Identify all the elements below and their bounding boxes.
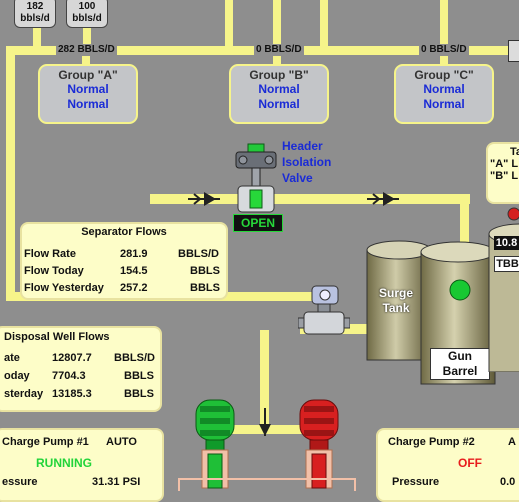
- group-a-box[interactable]: Group "A" Normal Normal: [38, 64, 138, 124]
- group-b-box[interactable]: Group "B" Normal Normal: [229, 64, 329, 124]
- group-a-status-1: Normal: [67, 82, 109, 96]
- header-flow-b: 0 BBLS/D: [254, 44, 304, 56]
- tank-alarm-line-1: "A" L: [490, 158, 519, 170]
- header-end-cap: [508, 40, 519, 62]
- pump2-status: OFF: [458, 456, 482, 470]
- surge-tank-label-line-1: Surge: [378, 286, 413, 300]
- pump2-pressure-label: Pressure: [392, 476, 440, 488]
- disposal-today-value: 7704.3: [52, 370, 86, 382]
- group-b-up-pipe: [320, 0, 328, 50]
- tank-alarm-line-2: "B" L: [490, 170, 519, 182]
- disposal-flows-title: Disposal Well Flows: [4, 331, 110, 343]
- pump-base-frame: [178, 478, 356, 491]
- flow-meter-icon[interactable]: [298, 278, 350, 340]
- sep-flow-yesterday-label: Flow Yesterday: [24, 282, 104, 294]
- charge-pump-1-icon[interactable]: [192, 398, 238, 489]
- pump1-title: Charge Pump #1: [2, 436, 89, 448]
- pump1-pressure-label: essure: [2, 476, 38, 488]
- disposal-yesterday-unit: BBLS: [124, 388, 154, 400]
- pump1-status: RUNNING: [36, 456, 92, 470]
- sep-flow-today-value: 154.5: [120, 265, 148, 277]
- surge-tank-label-line-2: Tank: [382, 301, 410, 315]
- sep-flow-rate-value: 281.9: [120, 248, 148, 260]
- group-c-status-2: Normal: [423, 97, 465, 111]
- group-b-title: Group "B": [249, 68, 309, 82]
- disposal-today-unit: BBLS: [124, 370, 154, 382]
- tank-alarm-panel: Ta "A" L "B" L: [486, 142, 519, 204]
- pump2-pressure-value: 0.0: [500, 476, 516, 488]
- sep-flow-yesterday-unit: BBLS: [190, 282, 220, 294]
- group-b-drop-pipe: [273, 0, 281, 66]
- charge-pump-2-icon[interactable]: [296, 398, 342, 489]
- header-flow-a: 282 BBLS/D: [56, 44, 117, 56]
- group-b-status-2: Normal: [258, 97, 300, 111]
- group-c-box[interactable]: Group "C" Normal Normal: [394, 64, 494, 124]
- flow-arrow-down-icon: [259, 408, 271, 436]
- alarm-light-icon: [507, 207, 519, 221]
- pump1-pressure-value: 31.31 PSI: [92, 476, 141, 488]
- flow-arrow-icon: [188, 192, 220, 206]
- pump1-mode: AUTO: [106, 436, 137, 448]
- group-a-up-pipe: [225, 0, 233, 50]
- valve-label-line-2: Isolation: [282, 155, 332, 169]
- disposal-today-label: oday: [4, 370, 30, 382]
- disposal-yesterday-label: sterday: [4, 388, 44, 400]
- group-a-status-2: Normal: [67, 97, 109, 111]
- well-rate-unit-1: bbls/d: [20, 13, 50, 24]
- surge-tank-label: Surge Tank: [374, 286, 418, 316]
- disposal-yesterday-value: 13185.3: [52, 388, 92, 400]
- group-c-drop-pipe: [440, 0, 448, 66]
- rate-feed-pipe-1: [33, 25, 41, 50]
- sep-flow-rate-label: Flow Rate: [24, 248, 76, 260]
- sep-flow-yesterday-value: 257.2: [120, 282, 148, 294]
- group-a-title: Group "A": [58, 68, 118, 82]
- flow-arrow-icon: [367, 192, 399, 206]
- left-riser-pipe: [6, 46, 15, 301]
- well-rate-value-2: 100: [78, 1, 96, 12]
- valve-label: Header Isolation Valve: [282, 138, 331, 186]
- tank-alarm-title: Ta: [510, 146, 519, 158]
- pump2-mode: A: [508, 436, 516, 448]
- header-flow-c: 0 BBLS/D: [419, 44, 469, 56]
- gun-barrel-label-line-2: Barrel: [442, 364, 478, 378]
- sep-flow-rate-unit: BBLS/D: [178, 248, 219, 260]
- well-rate-unit-2: bbls/d: [72, 13, 102, 24]
- charge-pump-1-panel: Charge Pump #1 AUTO RUNNING essure 31.31…: [0, 428, 164, 502]
- valve-state-badge: OPEN: [233, 214, 283, 232]
- disposal-rate-value: 12807.7: [52, 352, 92, 364]
- sep-flow-today-unit: BBLS: [190, 265, 220, 277]
- group-c-title: Group "C": [414, 68, 474, 82]
- tank-level-value: 10.8: [494, 236, 519, 250]
- separator-flows-title: Separator Flows: [81, 226, 167, 238]
- group-c-status-1: Normal: [423, 82, 465, 96]
- valve-label-line-1: Header: [282, 139, 323, 153]
- separator-flows-panel: Separator Flows Flow Rate 281.9 BBLS/D F…: [20, 222, 228, 300]
- sep-flow-today-label: Flow Today: [24, 265, 84, 277]
- disposal-rate-label: ate: [4, 352, 20, 364]
- gun-barrel-label-line-1: Gun: [448, 349, 472, 363]
- gun-barrel-label: Gun Barrel: [430, 348, 490, 380]
- charge-pump-2-panel: Charge Pump #2 A OFF Pressure 0.0: [376, 428, 519, 502]
- pump2-title: Charge Pump #2: [388, 436, 475, 448]
- valve-label-line-3: Valve: [282, 171, 313, 185]
- disposal-flows-panel: Disposal Well Flows ate 12807.7 BBLS/D o…: [0, 326, 162, 412]
- well-rate-value-1: 182: [26, 1, 44, 12]
- disposal-rate-unit: BBLS/D: [114, 352, 155, 364]
- header-isolation-valve-icon[interactable]: [228, 142, 284, 214]
- well-rate-box-1: 182 bbls/d: [14, 0, 56, 28]
- well-rate-box-2: 100 bbls/d: [66, 0, 108, 28]
- tank-level-unit: TBB: [494, 256, 519, 272]
- group-b-status-1: Normal: [258, 82, 300, 96]
